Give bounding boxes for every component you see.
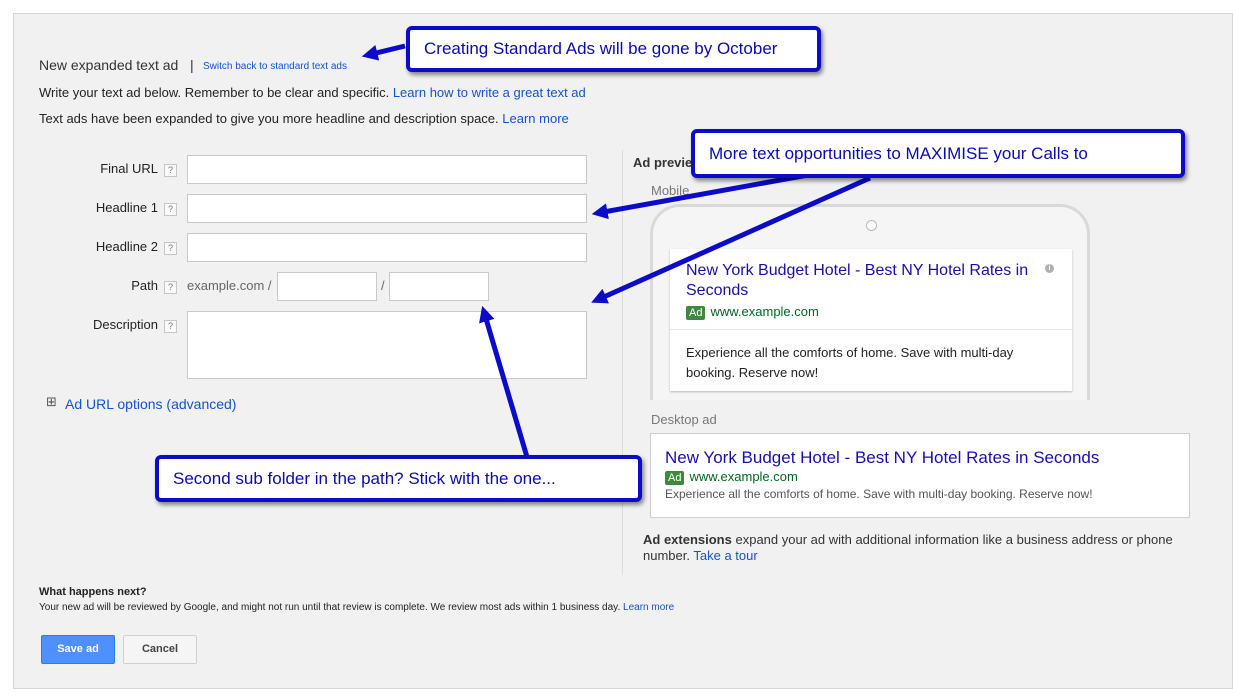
arrow-to-headline1: [591, 172, 809, 220]
callout-standard-ads: Creating Standard Ads will be gone by Oc…: [406, 26, 821, 72]
annotation-arrows: [361, 43, 872, 458]
arrow-to-path2: [479, 305, 530, 458]
arrow-to-switch-link: [361, 43, 406, 61]
callout-sub-folder: Second sub folder in the path? Stick wit…: [155, 455, 642, 502]
arrow-to-path: [591, 175, 872, 304]
callout-more-text: More text opportunities to MAXIMISE your…: [691, 129, 1185, 178]
